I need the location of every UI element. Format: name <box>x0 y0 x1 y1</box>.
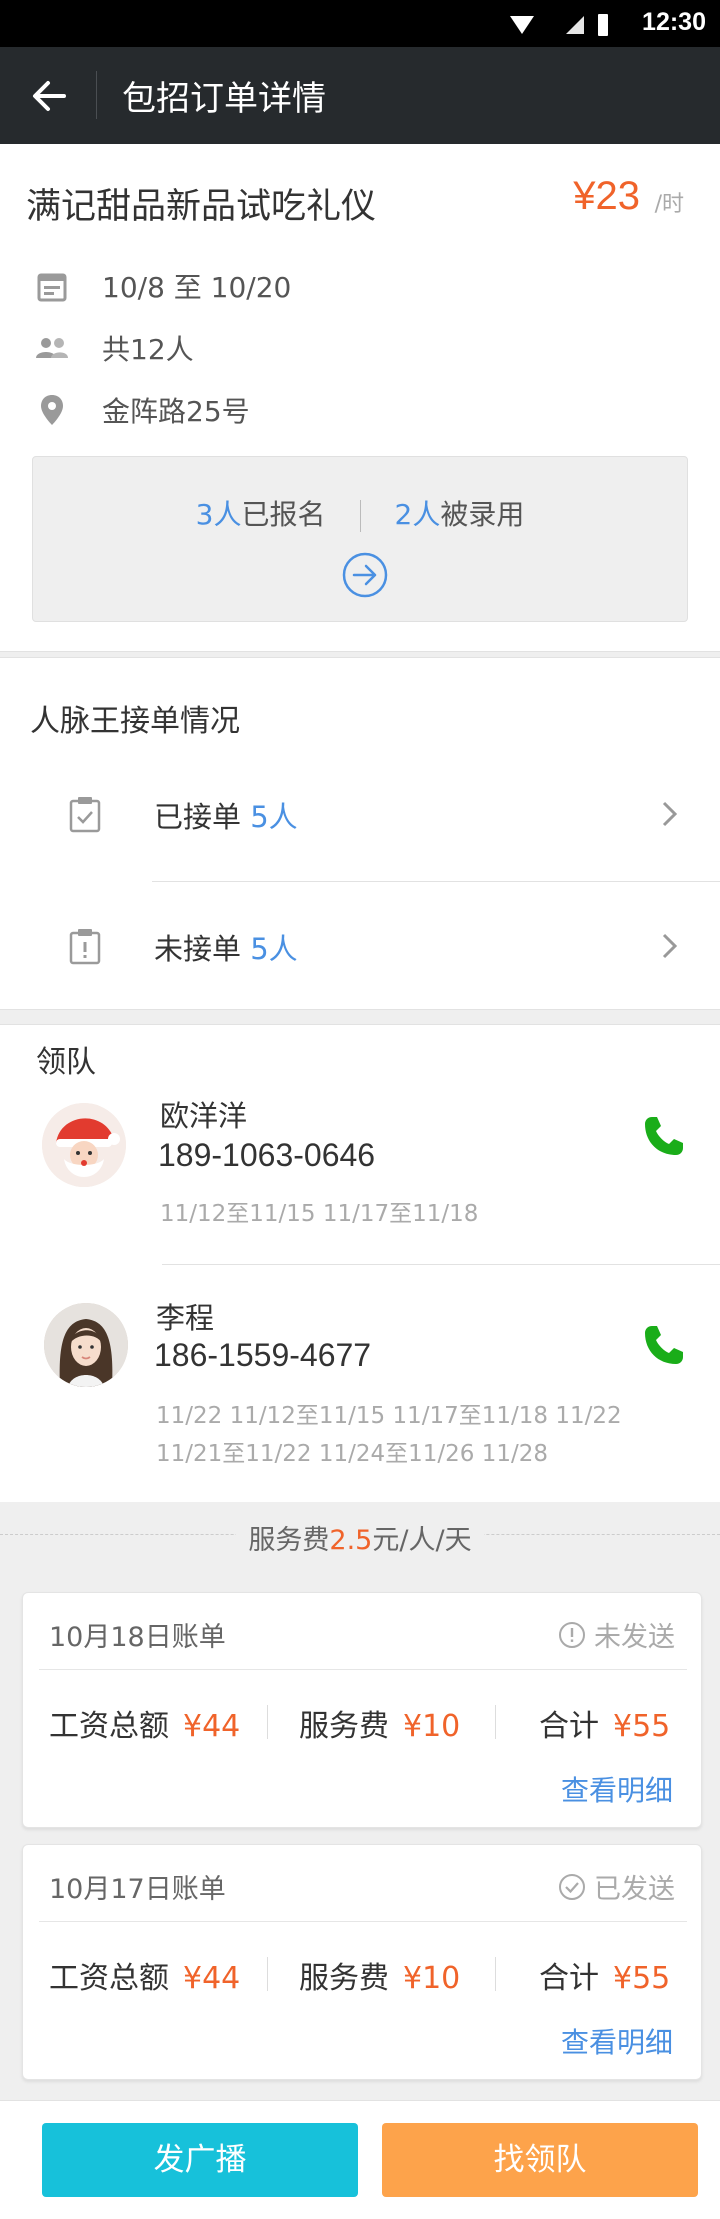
signed-up-count: 3人 <box>195 498 242 531</box>
calendar-icon <box>34 268 70 304</box>
accepted-count: 5人 <box>250 800 298 834</box>
leader-name: 李程 <box>156 1301 215 1335</box>
bottom-action-bar: 发广播 找领队 <box>0 2100 720 2219</box>
leaders-section: 领队 欧洋洋 189-1063-0646 11/12至11/15 11/17至1… <box>0 1024 720 1502</box>
find-leader-button[interactable]: 找领队 <box>382 2123 698 2197</box>
bill-separator <box>495 1957 496 1991</box>
service-fee-line: 服务费2.5元/人/天 <box>0 1518 720 1557</box>
hired-count: 2人 <box>394 498 441 531</box>
bill-wage-total: 工资总额 ¥44 <box>49 1709 241 1744</box>
leader-dates: 11/12至11/15 11/17至11/18 <box>160 1201 479 1227</box>
not-accepted-count: 5人 <box>250 932 298 966</box>
chevron-right-icon <box>662 801 678 827</box>
bill-divider <box>39 1669 687 1670</box>
hired-label: 被录用 <box>440 498 525 531</box>
view-details-link[interactable]: 查看明细 <box>561 1769 673 1809</box>
signed-up-label: 已报名 <box>241 498 326 531</box>
arrow-right-circle-icon[interactable] <box>341 551 389 599</box>
not-accepted-label: 未接单 5人 <box>154 932 298 966</box>
job-date-row: 10/8 至 10/20 <box>34 264 291 308</box>
job-headcount: 共12人 <box>102 333 194 366</box>
status-time: 12:30 <box>642 8 706 36</box>
job-card: 满记甜品新品试吃礼仪 ¥23 /时 10/8 至 10/20 共12人 金阵路2… <box>0 144 720 652</box>
leaders-title: 领队 <box>36 1045 96 1080</box>
leader-divider <box>162 1264 720 1265</box>
bill-status: 已发送 <box>558 1867 675 1906</box>
bill-separator <box>495 1705 496 1739</box>
chevron-right-icon <box>662 933 678 959</box>
location-pin-icon <box>34 392 70 428</box>
leader-name: 欧洋洋 <box>160 1099 248 1133</box>
job-date-range: 10/8 至 10/20 <box>102 271 292 304</box>
bill-wage-total: 工资总额 ¥44 <box>49 1961 241 1996</box>
phone-call-icon[interactable] <box>642 1114 686 1158</box>
wifi-icon <box>510 16 534 34</box>
bill-separator <box>267 1705 268 1739</box>
page-title: 包招订单详情 <box>122 79 326 119</box>
job-address-row: 金阵路25号 <box>34 388 250 432</box>
status-bar: 12:30 <box>0 0 720 47</box>
avatar <box>44 1303 128 1387</box>
leader-phone: 189-1063-0646 <box>158 1137 376 1173</box>
people-icon <box>34 330 70 366</box>
accepted-label: 已接单 5人 <box>154 800 298 834</box>
bill-separator <box>267 1957 268 1991</box>
supplier-title: 人脉王接单情况 <box>30 704 240 739</box>
bill-service-fee: 服务费 ¥10 <box>299 1961 461 1996</box>
signup-stats-line: 3人已报名 2人被录用 <box>33 493 687 533</box>
supplier-section: 人脉王接单情况 已接单 5人 未接单 5人 <box>0 657 720 1010</box>
back-arrow-icon[interactable] <box>30 77 68 115</box>
battery-icon <box>598 14 608 36</box>
app-bar: 包招订单详情 <box>0 47 720 144</box>
check-circle-icon <box>559 1873 585 1900</box>
stats-divider <box>359 500 361 532</box>
job-price: ¥23 <box>573 174 640 218</box>
app-bar-divider <box>96 71 97 119</box>
signal-icon <box>566 16 584 34</box>
bill-date: 10月18日账单 <box>49 1622 226 1653</box>
signup-stats-box[interactable]: 3人已报名 2人被录用 <box>32 456 688 622</box>
clipboard-check-icon <box>69 797 101 833</box>
avatar <box>42 1103 126 1187</box>
alert-circle-icon <box>559 1621 585 1648</box>
clipboard-alert-icon <box>69 929 101 965</box>
row-divider <box>152 881 720 882</box>
job-price-unit: /时 <box>654 192 684 217</box>
bill-status: 未发送 <box>558 1615 675 1654</box>
broadcast-button[interactable]: 发广播 <box>42 2123 358 2197</box>
view-details-link[interactable]: 查看明细 <box>561 2021 673 2061</box>
job-name: 满记甜品新品试吃礼仪 <box>26 187 377 227</box>
bill-total: 合计 ¥55 <box>539 1709 671 1744</box>
job-address: 金阵路25号 <box>102 395 250 428</box>
bill-divider <box>39 1921 687 1922</box>
service-fee-text: 服务费2.5元/人/天 <box>236 1525 484 1556</box>
bill-total: 合计 ¥55 <box>539 1961 671 1996</box>
bill-date: 10月17日账单 <box>49 1874 226 1905</box>
bill-card: 10月18日账单 未发送 工资总额 ¥44 服务费 ¥10 合计 ¥55 查看明细 <box>22 1592 702 1828</box>
leader-phone: 186-1559-4677 <box>154 1337 372 1373</box>
bill-card: 10月17日账单 已发送 工资总额 ¥44 服务费 ¥10 合计 ¥55 查看明细 <box>22 1844 702 2080</box>
service-fee-amount: 2.5 <box>329 1525 373 1556</box>
phone-call-icon[interactable] <box>642 1323 686 1367</box>
bill-service-fee: 服务费 ¥10 <box>299 1709 461 1744</box>
job-headcount-row: 共12人 <box>34 326 194 370</box>
accepted-row[interactable]: 已接单 5人 <box>0 766 720 862</box>
leader-dates: 11/22 11/12至11/15 11/17至11/18 11/22 11/2… <box>156 1403 622 1467</box>
status-icons <box>508 12 608 42</box>
not-accepted-row[interactable]: 未接单 5人 <box>0 898 720 994</box>
